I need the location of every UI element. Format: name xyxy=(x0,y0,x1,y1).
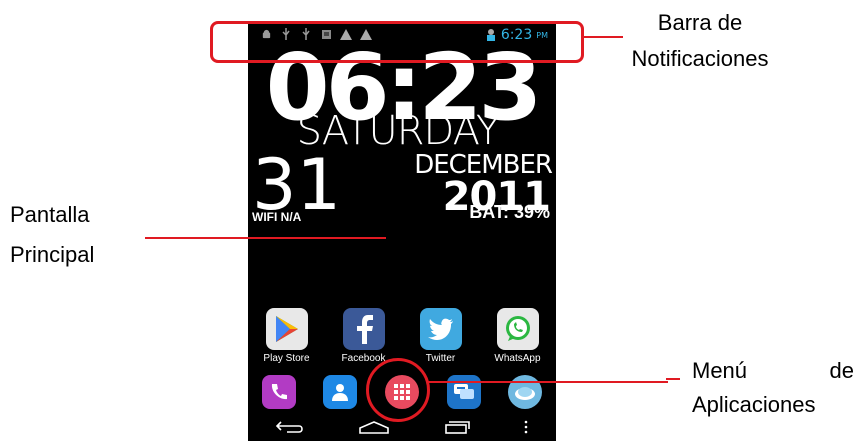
home-icon[interactable] xyxy=(358,420,390,439)
notification-bar-label-line1: Barra de xyxy=(657,10,743,35)
app-label: Facebook xyxy=(341,353,386,364)
play-store-icon[interactable] xyxy=(265,308,308,350)
app-drawer-label-word2: de xyxy=(829,358,854,383)
notification-bar-label: Barra de Notificaciones xyxy=(610,8,790,74)
notification-bar-callout xyxy=(210,21,584,63)
app-label: WhatsApp xyxy=(494,353,541,364)
app-drawer-label: Menú de Aplicaciones xyxy=(692,356,854,420)
app-twitter[interactable]: Twitter xyxy=(405,308,477,364)
app-drawer-pointer xyxy=(428,381,668,383)
app-label: Twitter xyxy=(425,353,456,364)
app-drawer-label-line1: Menú de xyxy=(692,356,854,386)
main-screen-pointer xyxy=(145,237,386,239)
app-drawer-callout xyxy=(366,358,430,422)
main-screen-label-line1: Pantalla xyxy=(10,202,90,227)
app-play-store[interactable]: Play Store xyxy=(251,308,323,364)
app-whatsapp[interactable]: WhatsApp xyxy=(482,308,554,364)
main-screen-label: Pantalla Principal xyxy=(10,200,150,270)
back-icon[interactable] xyxy=(275,420,305,439)
notification-bar-label-line2: Notificaciones xyxy=(631,46,769,71)
twitter-icon[interactable] xyxy=(419,308,462,350)
app-row: Play Store Facebook Twitter WhatsApp xyxy=(248,308,556,364)
contacts-icon[interactable] xyxy=(323,375,358,409)
menu-icon[interactable] xyxy=(523,420,529,439)
app-drawer-pointer-lead xyxy=(666,378,680,380)
app-label: Play Store xyxy=(263,353,310,364)
main-screen-label-line2: Principal xyxy=(10,242,95,267)
app-drawer-label-word1: Menú xyxy=(692,358,748,383)
app-facebook[interactable]: Facebook xyxy=(328,308,400,364)
facebook-icon[interactable] xyxy=(342,308,385,350)
recent-apps-icon[interactable] xyxy=(444,420,470,439)
app-drawer-label-line2: Aplicaciones xyxy=(692,392,816,417)
wifi-status: WIFI N/A xyxy=(252,210,302,224)
battery-status: BAT: 39% xyxy=(469,202,550,222)
phone-icon[interactable] xyxy=(261,375,296,409)
whatsapp-icon[interactable] xyxy=(496,308,539,350)
